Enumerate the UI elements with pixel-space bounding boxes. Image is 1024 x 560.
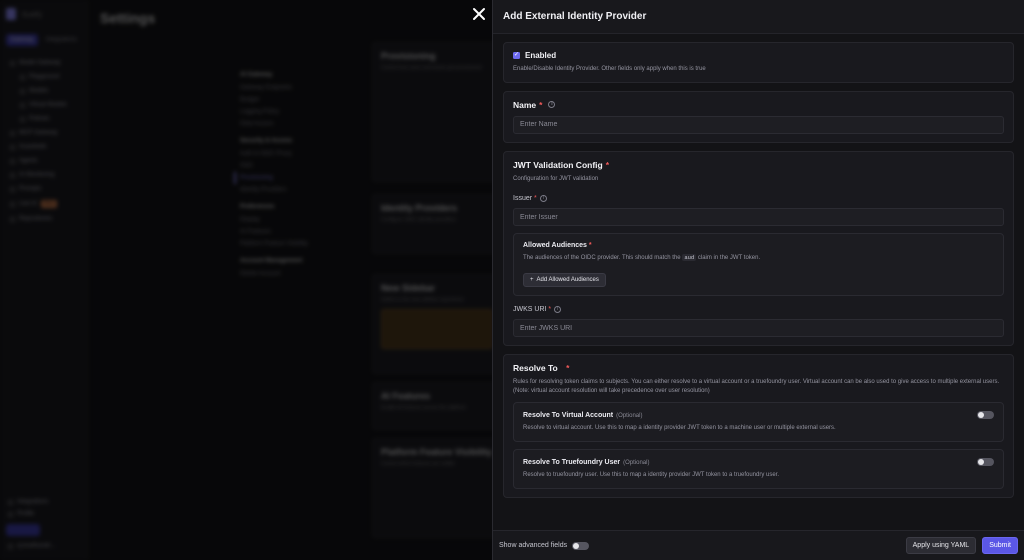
drawer-footer: Show advanced fields Apply using YAML Su… — [493, 530, 1024, 560]
resolve-section: Resolve To * Rules for resolving token c… — [503, 354, 1014, 498]
info-icon[interactable]: i — [539, 195, 547, 203]
issuer-input[interactable] — [513, 208, 1004, 227]
app-root: truefy Gateway Integrations Model Gatewa… — [0, 0, 1024, 560]
drawer-title: Add External Identity Provider — [503, 11, 647, 22]
enabled-section: ✓ Enabled Enable/Disable Identity Provid… — [503, 42, 1014, 83]
resolve-virtual-toggle[interactable] — [977, 411, 994, 420]
allowed-audiences-title: Allowed Audiences * — [523, 242, 592, 250]
issuer-label: Issuer * i — [513, 195, 1004, 203]
jwks-uri-input[interactable] — [513, 319, 1004, 338]
info-icon[interactable]: i — [554, 306, 562, 314]
resolve-user-title: Resolve To Truefoundry User (Optional) — [523, 458, 650, 466]
drawer-body: ✓ Enabled Enable/Disable Identity Provid… — [493, 34, 1024, 530]
resolve-help: Rules for resolving token claims to subj… — [513, 379, 1000, 394]
allowed-audiences-card: Allowed Audiences * The audiences of the… — [513, 233, 1004, 297]
jwks-label: JWKS URI * i — [513, 306, 1004, 314]
name-input[interactable] — [513, 115, 1004, 134]
resolve-user-toggle[interactable] — [977, 458, 994, 467]
issuer-field: Issuer * i — [513, 195, 1004, 227]
resolve-virtual-title: Resolve To Virtual Account (Optional) — [523, 411, 643, 419]
advanced-fields-toggle[interactable] — [572, 541, 590, 550]
resolve-title: Resolve To * — [513, 363, 570, 374]
name-label: Name * i — [513, 100, 1004, 110]
resolve-virtual-card: Resolve To Virtual Account (Optional) Res… — [513, 402, 1004, 443]
enabled-checkbox[interactable]: ✓ — [513, 52, 520, 59]
close-drawer-button[interactable] — [470, 6, 488, 24]
aud-code: aud — [682, 254, 697, 262]
apply-yaml-button[interactable]: Apply using YAML — [905, 537, 977, 554]
jwt-section: JWT Validation Config * Configuration for… — [503, 150, 1014, 347]
advanced-fields-row: Show advanced fields — [499, 541, 590, 550]
drawer-header: Add External Identity Provider — [493, 0, 1024, 34]
advanced-fields-label: Show advanced fields — [499, 542, 568, 549]
enabled-help: Enable/Disable Identity Provider. Other … — [513, 66, 706, 72]
resolve-user-card: Resolve To Truefoundry User (Optional) Re… — [513, 449, 1004, 489]
info-icon[interactable]: i — [548, 101, 556, 109]
identity-provider-drawer: Add External Identity Provider ✓ Enabled… — [492, 0, 1024, 560]
enabled-row: ✓ Enabled — [513, 51, 1004, 60]
name-section: Name * i — [503, 90, 1014, 143]
resolve-virtual-help: Resolve to virtual account. Use this to … — [523, 425, 836, 432]
enabled-label: Enabled — [525, 51, 557, 60]
jwks-field: JWKS URI * i — [513, 306, 1004, 338]
allowed-audiences-help: The audiences of the OIDC provider. This… — [523, 254, 761, 262]
jwt-title: JWT Validation Config * — [513, 159, 610, 170]
plus-icon: + — [530, 277, 534, 284]
submit-button[interactable]: Submit — [982, 537, 1018, 554]
close-icon — [473, 8, 485, 20]
add-allowed-audiences-button[interactable]: + Add Allowed Audiences — [523, 273, 606, 288]
resolve-user-help: Resolve to truefoundry user. Use this to… — [523, 472, 780, 479]
jwt-help: Configuration for JWT validation — [513, 175, 599, 182]
